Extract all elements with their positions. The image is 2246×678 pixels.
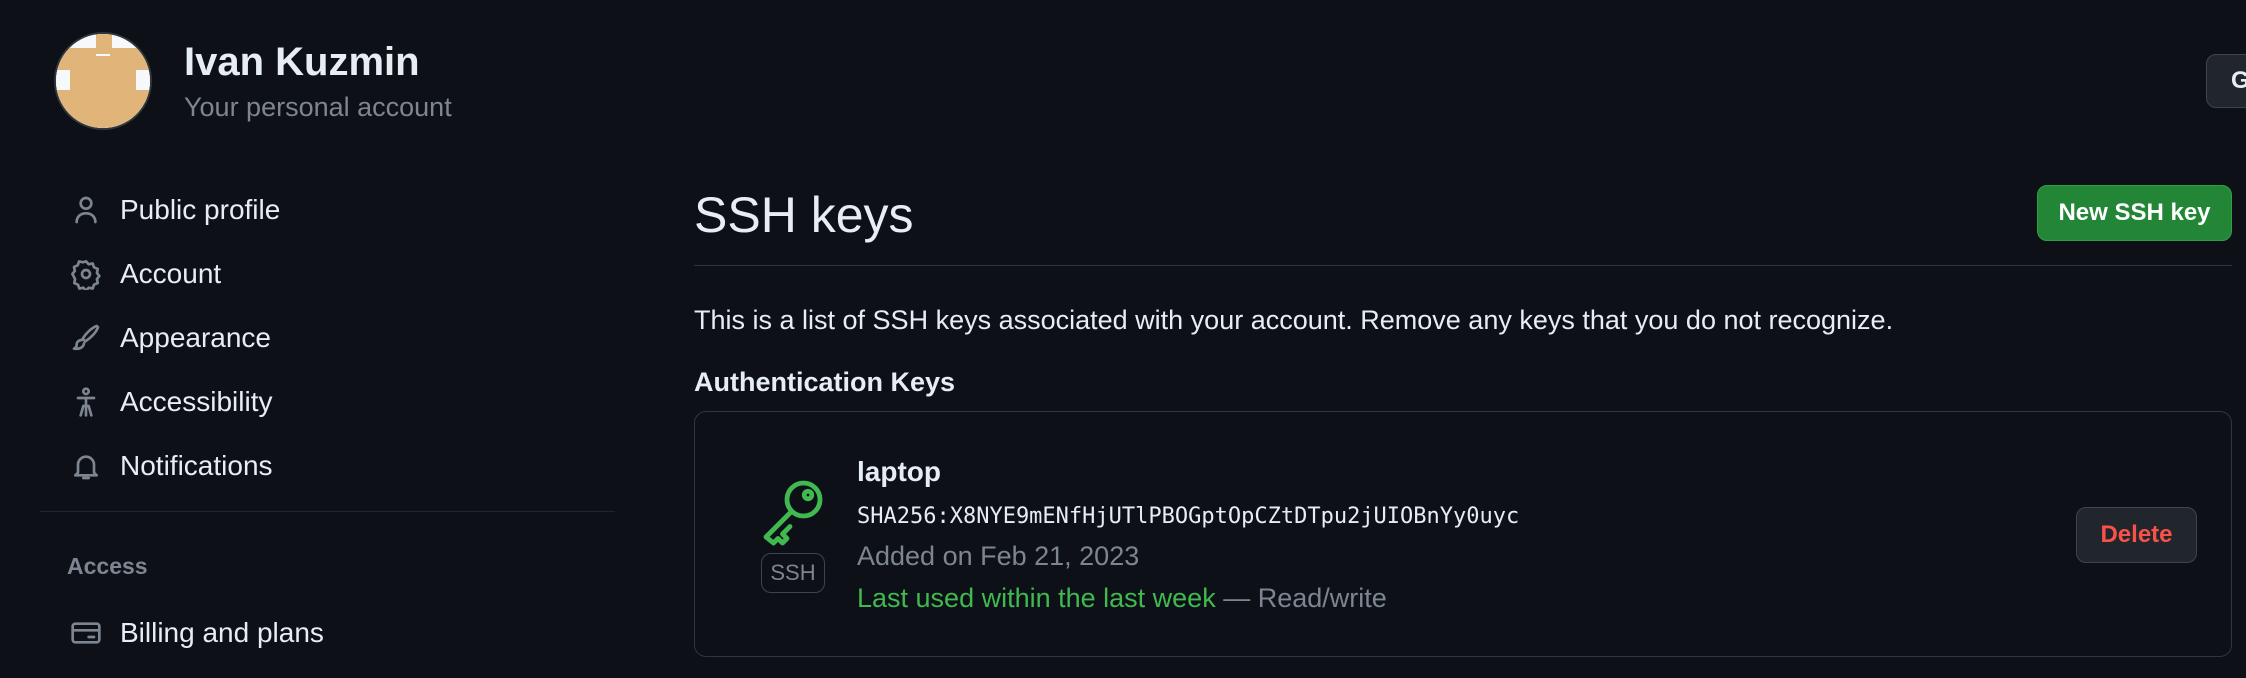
key-access-level: — Read/write <box>1215 583 1387 613</box>
key-fingerprint: SHA256:X8NYE9mENfHjUTlPBOGptOpCZtDTpu2jU… <box>857 504 1520 529</box>
intro-text: This is a list of SSH keys associated wi… <box>694 305 1894 335</box>
identicon-icon <box>56 34 150 128</box>
sidebar-divider <box>40 511 615 512</box>
person-icon <box>70 194 102 226</box>
sidebar-item-label: Appearance <box>120 322 272 353</box>
key-usage: Last used within the last week — Read/wr… <box>857 583 1387 614</box>
accessibility-icon <box>70 386 102 418</box>
key-icon <box>757 474 829 546</box>
ssh-key-row: SSH laptop SHA256:X8NYE9mENfHjUTlPBOGptO… <box>694 411 2232 657</box>
sidebar-item-label: Account <box>120 258 222 289</box>
key-added-date: Added on Feb 21, 2023 <box>857 541 1140 571</box>
sidebar-item-label: Billing and plans <box>120 617 324 648</box>
avatar[interactable] <box>54 32 152 130</box>
account-name: Ivan Kuzmin <box>184 40 420 84</box>
sidebar-item-billing[interactable]: Billing and plans <box>40 603 615 663</box>
sidebar-section-access: Access <box>67 553 148 579</box>
section-heading: Authentication Keys <box>694 367 956 397</box>
sidebar-item-accessibility[interactable]: Accessibility <box>40 372 615 432</box>
delete-key-button[interactable]: Delete <box>2076 507 2197 563</box>
ssh-keys-settings-page: Ivan Kuzmin Your personal account G Publ… <box>0 0 2246 678</box>
new-ssh-key-button[interactable]: New SSH key <box>2037 185 2232 241</box>
ssh-badge: SSH <box>761 553 825 593</box>
title-divider <box>694 265 2232 266</box>
key-last-used: Last used within the last week <box>857 583 1216 613</box>
paintbrush-icon <box>70 322 102 354</box>
go-to-profile-button[interactable]: G <box>2206 54 2246 108</box>
sidebar-item-public-profile[interactable]: Public profile <box>40 180 615 240</box>
account-subtitle: Your personal account <box>184 92 452 122</box>
credit-card-icon <box>70 617 102 649</box>
sidebar-item-appearance[interactable]: Appearance <box>40 308 615 368</box>
page-title: SSH keys <box>694 187 914 243</box>
sidebar-item-label: Public profile <box>120 194 281 225</box>
gear-icon <box>70 258 102 290</box>
sidebar-item-label: Notifications <box>120 450 273 481</box>
sidebar-item-account[interactable]: Account <box>40 244 615 304</box>
sidebar-item-label: Accessibility <box>120 386 273 417</box>
bell-icon <box>70 450 102 482</box>
sidebar-item-notifications[interactable]: Notifications <box>40 436 615 496</box>
key-title: laptop <box>857 456 941 487</box>
